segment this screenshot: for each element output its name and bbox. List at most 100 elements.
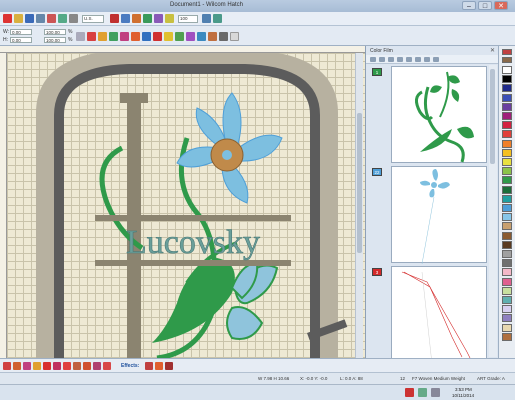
palette-swatch[interactable]: [502, 231, 512, 240]
lettering-icon[interactable]: [197, 32, 206, 41]
trapunto-icon[interactable]: [93, 362, 101, 370]
view-icon[interactable]: [121, 14, 130, 23]
palette-swatch[interactable]: [502, 185, 512, 194]
palette-swatch[interactable]: [502, 222, 512, 231]
width-field[interactable]: 0.00: [10, 29, 32, 35]
pattern-fill-icon[interactable]: [43, 362, 51, 370]
outline-style-icon[interactable]: [103, 362, 111, 370]
close-button[interactable]: ✕: [494, 1, 508, 10]
mirror-icon[interactable]: [98, 32, 107, 41]
film-first-icon[interactable]: [370, 57, 376, 62]
monogram-icon[interactable]: [208, 32, 217, 41]
settings-icon[interactable]: [69, 14, 78, 23]
lock-icon[interactable]: [76, 32, 85, 41]
palette-swatch[interactable]: [502, 84, 512, 93]
star-icon[interactable]: [164, 32, 173, 41]
network-icon[interactable]: [418, 388, 427, 397]
align-icon[interactable]: [109, 32, 118, 41]
satin-stitch-icon[interactable]: [23, 362, 31, 370]
film-down-icon[interactable]: [415, 57, 421, 62]
palette-swatch[interactable]: [502, 268, 512, 277]
thread-icon[interactable]: [502, 49, 512, 55]
height-percent-field[interactable]: 100.00: [44, 37, 66, 43]
hoop-icon[interactable]: [132, 14, 141, 23]
cross-stitch-icon[interactable]: [63, 362, 71, 370]
applique-icon[interactable]: [73, 362, 81, 370]
fill-icon[interactable]: [175, 32, 184, 41]
film-up-icon[interactable]: [406, 57, 412, 62]
rotate-icon[interactable]: [87, 32, 96, 41]
new-icon[interactable]: [3, 14, 12, 23]
film-view-icon[interactable]: [433, 57, 439, 62]
palette-swatch[interactable]: [502, 213, 512, 222]
canvas-scrollbar-thumb[interactable]: [357, 113, 362, 253]
film-last-icon[interactable]: [397, 57, 403, 62]
zoom-field[interactable]: 100: [178, 15, 198, 23]
grid-icon[interactable]: [143, 14, 152, 23]
distribute-icon[interactable]: [142, 32, 151, 41]
color-film-scrollbar[interactable]: [489, 65, 497, 357]
palette-swatch[interactable]: [502, 204, 512, 212]
palette-swatch[interactable]: [502, 75, 512, 84]
color-film-scrollbar-thumb[interactable]: [490, 69, 495, 164]
volume-icon[interactable]: [431, 388, 440, 397]
shape-icon[interactable]: [153, 32, 162, 41]
cut-icon[interactable]: [47, 14, 56, 23]
film-item[interactable]: 1: [369, 66, 487, 163]
panel-close-button[interactable]: ✕: [490, 47, 495, 54]
trim-icon[interactable]: [219, 32, 228, 41]
palette-swatch[interactable]: [502, 323, 512, 332]
palette-swatch[interactable]: [502, 112, 512, 120]
stitch-player-icon[interactable]: [110, 14, 119, 23]
palette-swatch[interactable]: [502, 148, 512, 157]
palette-swatch[interactable]: [502, 121, 512, 130]
minimize-button[interactable]: –: [462, 1, 476, 10]
motif-icon[interactable]: [53, 362, 61, 370]
tray-app-icon[interactable]: [405, 388, 414, 397]
palette-swatch[interactable]: [502, 158, 512, 166]
print-icon[interactable]: [36, 14, 45, 23]
film-merge-icon[interactable]: [424, 57, 430, 62]
palette-swatch[interactable]: [502, 286, 512, 295]
palette-swatch[interactable]: [502, 277, 512, 286]
film-item[interactable]: 22: [369, 166, 487, 265]
film-item[interactable]: 3: [369, 266, 487, 365]
save-icon[interactable]: [25, 14, 34, 23]
stipple-icon[interactable]: [83, 362, 91, 370]
film-next-icon[interactable]: [388, 57, 394, 62]
film-prev-icon[interactable]: [379, 57, 385, 62]
fill-stitch-icon[interactable]: [33, 362, 41, 370]
unit-select[interactable]: U.S.: [82, 15, 104, 23]
palette-swatch[interactable]: [502, 332, 512, 341]
effect-wave-icon[interactable]: [155, 362, 163, 370]
palette-swatch[interactable]: [502, 305, 512, 314]
palette-swatch[interactable]: [502, 167, 512, 176]
zoom-in-icon[interactable]: [165, 14, 174, 23]
canvas-scrollbar[interactable]: [355, 53, 363, 358]
height-field[interactable]: 0.00: [10, 37, 32, 43]
outline-icon[interactable]: [186, 32, 195, 41]
palette-swatch[interactable]: [502, 176, 512, 185]
palette-swatch[interactable]: [502, 194, 512, 203]
effect-curve-icon[interactable]: [145, 362, 153, 370]
select-icon[interactable]: [230, 32, 239, 41]
palette-swatch[interactable]: [502, 93, 512, 102]
center-icon[interactable]: [131, 32, 140, 41]
maximize-button[interactable]: □: [478, 1, 492, 10]
palette-swatch[interactable]: [502, 296, 512, 304]
fit-icon[interactable]: [213, 14, 222, 23]
zoom-out-icon[interactable]: [202, 14, 211, 23]
group-icon[interactable]: [120, 32, 129, 41]
effect-gradient-icon[interactable]: [165, 362, 173, 370]
palette-swatch[interactable]: [502, 66, 512, 74]
design-canvas[interactable]: Lucovsky: [7, 53, 365, 358]
lettering-text[interactable]: Lucovsky: [126, 224, 261, 262]
palette-swatch[interactable]: [502, 314, 512, 323]
palette-swatch[interactable]: [502, 259, 512, 268]
pin-icon[interactable]: [502, 57, 512, 63]
outline-stitch-icon[interactable]: [3, 362, 11, 370]
open-icon[interactable]: [14, 14, 23, 23]
palette-swatch[interactable]: [502, 250, 512, 258]
palette-swatch[interactable]: [502, 240, 512, 249]
palette-swatch[interactable]: [502, 130, 512, 139]
